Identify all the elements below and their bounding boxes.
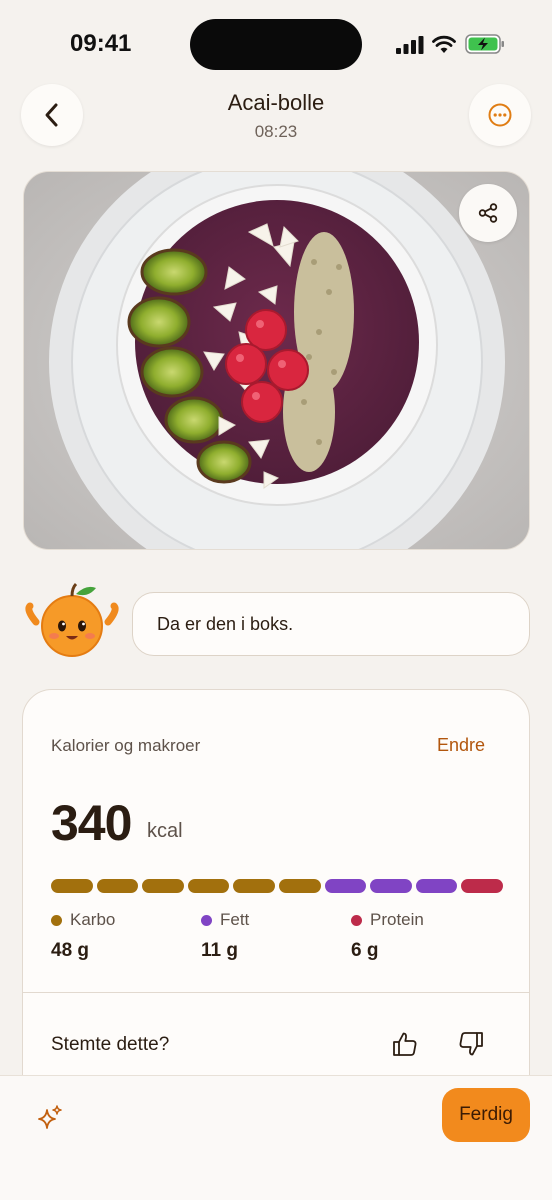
protein-segment [461,879,503,893]
calorie-value: 340 [51,795,132,851]
carbs-segment [187,879,230,893]
orange-mascot-icon [25,582,119,657]
nutrition-card: Kalorier og makroer Endre 340 kcal Karbo… [22,689,530,1109]
wifi-icon [432,35,456,53]
thumbs-down-icon[interactable] [457,1030,485,1058]
dynamic-island [190,19,362,70]
fat-segment [415,879,458,893]
edit-button[interactable]: Endre [437,735,485,756]
fat-segment [324,879,367,893]
fat-label: Fett [220,910,250,929]
calorie-unit: kcal [147,820,183,842]
assistant-message-bubble: Da er den i boks. [132,592,530,656]
status-time: 09:41 [70,30,132,57]
card-divider [23,992,529,993]
meal-time: 08:23 [254,122,298,141]
cellular-signal-icon [396,36,424,54]
more-horizontal-circle-icon [488,103,512,127]
carbs-segment [278,879,321,893]
carbs-dot [51,914,62,926]
thumbs-up-icon[interactable] [391,1030,419,1058]
done-button[interactable]: Ferdig [442,1088,530,1142]
carbs-value: 48 g [51,940,90,961]
assistant-message-text: Da er den i boks. [157,613,294,634]
macro-protein: Protein 6 g [351,910,424,962]
macro-fat: Fett 11 g [201,910,249,962]
carbs-segment [51,879,93,893]
carbs-segment [142,879,184,893]
battery-charging-icon [465,34,504,54]
acai-bowl-image [24,172,529,549]
share-button[interactable] [459,184,517,242]
fat-dot [201,914,212,926]
carbs-label: Karbo [70,910,116,929]
macro-carbs: Karbo 48 g [51,910,115,962]
more-options-button[interactable] [469,84,531,146]
fat-value: 11 g [201,940,238,961]
fat-segment [370,879,412,893]
macro-distribution-bar [51,879,503,893]
carbs-segment [96,879,139,893]
done-button-label: Ferdig [459,1104,513,1125]
sparkles-icon[interactable] [36,1104,64,1132]
bottom-bar: Ferdig [0,1075,552,1200]
meal-photo [23,171,530,550]
carbs-segment [233,879,275,893]
status-bar: 09:41 [0,0,552,88]
share-icon [478,203,498,223]
protein-label: Protein [370,910,424,929]
rating-question: Stemte dette? [51,1034,170,1055]
protein-dot [351,914,362,926]
protein-value: 6 g [351,940,379,961]
nutrition-label: Kalorier og makroer [51,736,201,755]
